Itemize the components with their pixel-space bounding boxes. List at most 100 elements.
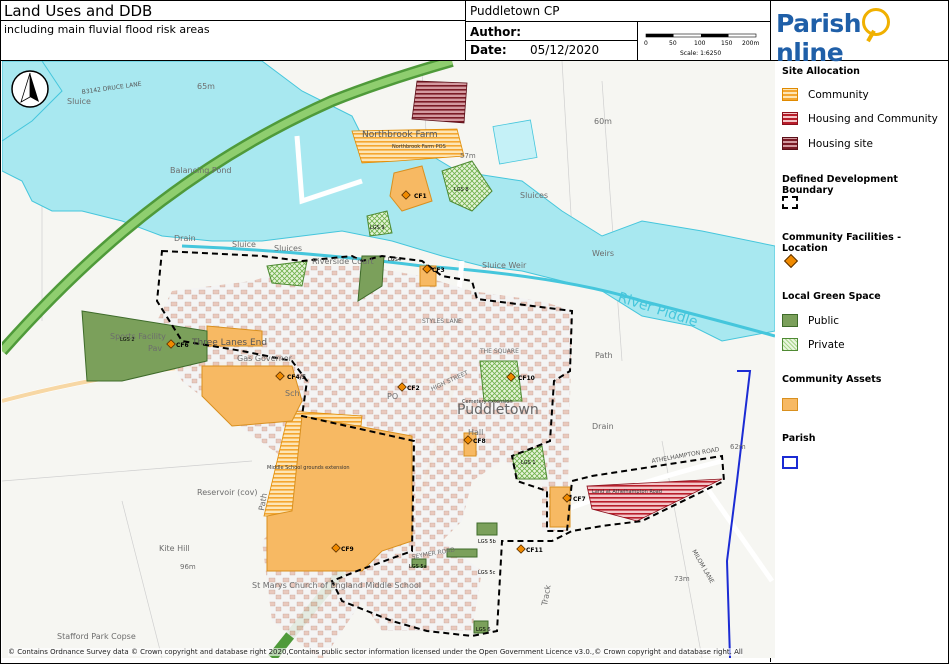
map-label: Sluice <box>67 97 91 106</box>
lgs-label: LGS4 <box>388 257 401 263</box>
legend-swatch <box>782 398 798 411</box>
map-label: STYLES LANE <box>422 318 462 325</box>
legend-item-facility <box>782 253 799 269</box>
cf-label: CF9 <box>341 546 354 553</box>
green-space-private <box>479 360 523 402</box>
legend-heading: Site Allocation <box>782 66 860 77</box>
legend-item-housing-site: Housing site <box>782 137 873 150</box>
map-canvas[interactable]: Sluice B3142 DRUCE LANE 65m 60m 57m Bala… <box>2 61 775 658</box>
lgs-label: LGS 8 <box>454 187 469 193</box>
map-svg: Sluice B3142 DRUCE LANE 65m 60m 57m Bala… <box>2 61 775 658</box>
map-label: Weirs <box>592 249 614 258</box>
map-subtitle: including main fluvial flood risk areas <box>4 23 210 36</box>
magnifier-icon <box>862 8 891 36</box>
community-asset <box>549 486 571 528</box>
lgs-label: LGS 6 <box>476 627 491 633</box>
scale-tick: 0 <box>644 40 648 47</box>
cf-label: CF3 <box>432 267 445 274</box>
map-label: Path <box>595 351 613 360</box>
author-label: Author: <box>470 25 522 39</box>
lgs-label: LGS 2 <box>120 337 135 343</box>
scale-ratio: Scale: 1:6250 <box>680 50 722 57</box>
legend-swatch <box>782 196 798 209</box>
legend-swatch <box>782 88 798 101</box>
cf-label: CF6 <box>176 342 189 349</box>
date-value: 05/12/2020 <box>530 43 600 57</box>
header-divider <box>0 20 465 21</box>
map-label: Sluice Weir <box>482 261 527 270</box>
legend-label: Housing site <box>808 137 873 150</box>
header-divider <box>637 21 638 61</box>
legend-swatch <box>782 338 798 351</box>
legend-label: Private <box>808 338 845 351</box>
map-label: 62m <box>730 443 746 451</box>
legend-item-assets <box>782 398 808 411</box>
map-label: Three Lanes End <box>191 338 267 348</box>
map-label: Drain <box>592 422 614 431</box>
map-label: PO <box>387 392 398 401</box>
legend-heading: Defined Development Boundary <box>782 174 898 196</box>
map-label: Stafford Park Copse <box>57 632 136 641</box>
map-label: Land at Athelhampton Road <box>592 489 662 495</box>
map-label: 65m <box>197 82 215 91</box>
map-label: Reservoir (cov) <box>197 488 257 497</box>
map-label: 57m <box>460 152 476 160</box>
legend-item-private: Private <box>782 338 845 351</box>
map-label: Northbrook Farm POS <box>392 144 446 150</box>
header-divider <box>465 0 466 61</box>
map-label: Hall <box>468 428 483 437</box>
legend-heading: Community Assets <box>782 374 882 385</box>
lgs-label: LGS 9 <box>370 225 385 231</box>
legend-label: Housing and Community <box>808 112 938 125</box>
site-housing <box>411 80 468 124</box>
logo-text: Parish <box>776 9 862 38</box>
cf-label: CF8 <box>473 438 486 445</box>
map-label: 96m <box>180 563 196 571</box>
diamond-icon <box>783 253 799 269</box>
map-label: Gas Governor <box>237 354 293 363</box>
lgs-label: LGS 1 <box>521 460 536 466</box>
north-arrow-icon <box>11 70 49 108</box>
parish-online-logo: Parishnline <box>776 8 949 67</box>
parish-name: Puddletown CP <box>470 4 560 18</box>
scale-tick: 100 <box>694 40 706 47</box>
map-label: Drain <box>174 234 196 243</box>
scale-tick: 200m <box>742 40 759 47</box>
legend-item-ddb <box>782 196 808 209</box>
map-title: Land Uses and DDB <box>4 2 153 20</box>
legend-label: Community <box>808 88 869 101</box>
header-divider <box>465 40 637 41</box>
cf-label: CF4/5 <box>287 374 306 381</box>
copyright-notice: © Contains Ordnance Survey data © Crown … <box>8 648 743 656</box>
green-space-private <box>366 210 393 237</box>
lgs-label: LGS 5c <box>478 570 496 576</box>
legend-label: Public <box>808 314 840 327</box>
map-label: Sluices <box>520 191 548 200</box>
cf-label: CF1 <box>414 193 427 200</box>
cf-label: CF2 <box>407 385 420 392</box>
map-label: St Marys Church of England Middle School <box>252 581 421 590</box>
legend-item-housing-community: Housing and Community <box>782 112 938 125</box>
legend-heading: Community Facilities - Location <box>782 232 902 254</box>
cf-label: CF7 <box>573 496 586 503</box>
map-label: Kite Hill <box>159 544 190 553</box>
legend-heading: Parish <box>782 433 816 444</box>
legend-item-public: Public <box>782 314 839 327</box>
green-space-private <box>266 260 308 287</box>
map-label: Balancing Pond <box>170 166 231 175</box>
map-label: Sch <box>285 389 300 398</box>
map-label: Pav <box>148 344 162 353</box>
scale-tick: 150 <box>721 40 733 47</box>
legend-swatch <box>782 137 798 150</box>
legend-swatch <box>782 112 798 125</box>
map-label: Northbrook Farm <box>362 130 438 140</box>
map-label: Sluice <box>232 240 256 249</box>
green-space-public <box>476 522 498 536</box>
map-label: Riverside Court <box>312 257 374 266</box>
map-label: 73m <box>674 575 690 583</box>
legend-item-community: Community <box>782 88 869 101</box>
map-label: Sports Facility <box>110 332 166 341</box>
map-label: 60m <box>594 117 612 126</box>
map-label: Cemetery extension <box>462 399 513 405</box>
lgs-label: LGS 5a <box>409 564 427 570</box>
